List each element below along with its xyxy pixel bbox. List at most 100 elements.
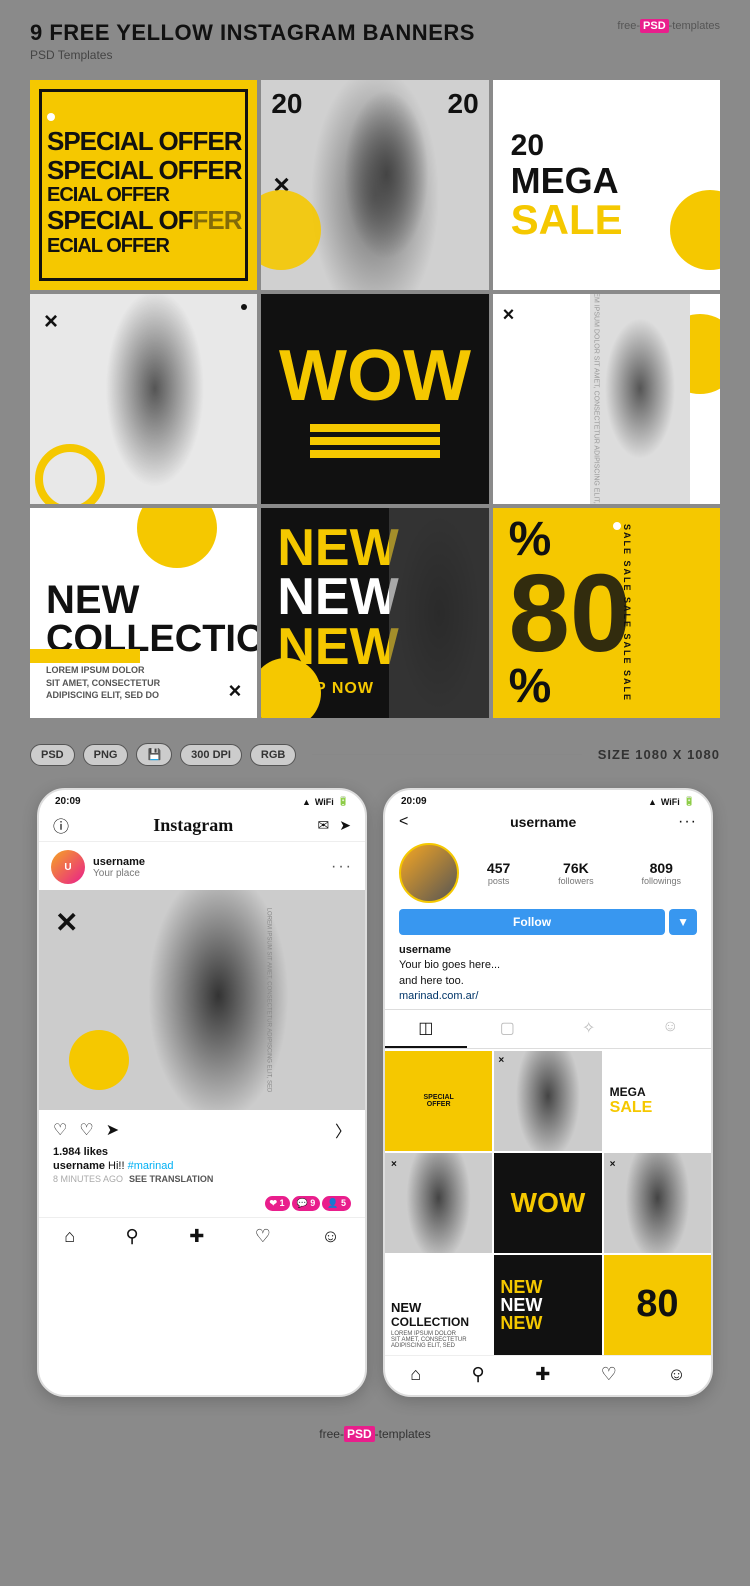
ph2-posts-label: posts: [487, 876, 510, 886]
ph2-tab-list[interactable]: ▢: [467, 1010, 549, 1048]
ph2-stat-followers: 76K followers: [558, 860, 594, 886]
mini-body-text: LOREM IPSUM DOLORSIT AMET, CONSECTETURAD…: [391, 1331, 486, 1349]
ph1-caption-text: Hi!!: [108, 1160, 128, 1172]
ph1-yellow-circle: [69, 1030, 129, 1090]
b7-new: NEW: [46, 580, 241, 620]
ph2-profile-icon[interactable]: ☺: [667, 1364, 685, 1385]
badge-psd: PSD: [30, 744, 75, 766]
b1-text1: SPECIAL OFFER: [47, 127, 240, 156]
ph1-x-mark: ✕: [55, 906, 78, 939]
ph2-nav-username: username: [510, 814, 576, 830]
bookmark-icon[interactable]: 〉: [335, 1118, 351, 1142]
banner-mega-sale: 20 MEGA SALE: [493, 80, 720, 290]
mini-80: 80: [636, 1283, 678, 1326]
like-icon[interactable]: ♡: [53, 1120, 67, 1140]
follow-dropdown-button[interactable]: ▼: [669, 909, 697, 935]
ph1-icons: ✉ ➤: [318, 817, 351, 834]
ph2-grid-cell-1: SPECIALOFFER: [385, 1051, 492, 1151]
banner-80-sale: % 80 % SALE SALE SALE SALE SALE: [493, 508, 720, 718]
ph2-tab-person[interactable]: ☺: [630, 1010, 712, 1048]
ph2-profile-row: 457 posts 76K followers 809 followings: [385, 835, 711, 909]
banner-new-repeated: NEW NEW NEW SHOP NOW: [261, 508, 488, 718]
b1-text5: ECIAL OFFER: [47, 235, 240, 257]
phone2-mockup: 20:09 ▲WiFi🔋 < username ··· 457 posts: [383, 788, 713, 1397]
ph2-followers-num: 76K: [558, 860, 594, 876]
ph2-avatar: [399, 843, 459, 903]
ph2-search-icon[interactable]: ⚲: [472, 1364, 485, 1385]
banner-special-offer: SPECIAL OFFER SPECIAL OFFER ECIAL OFFER …: [30, 80, 257, 290]
footer: free-PSD-templates: [30, 1417, 720, 1457]
follow-button[interactable]: Follow: [399, 909, 665, 935]
ph2-tabs: ◫ ▢ ✧ ☺: [385, 1009, 711, 1049]
ph1-time: 20:09: [55, 796, 81, 807]
ph2-follow-row: Follow ▼: [385, 909, 711, 941]
ph1-user-row: U username Your place ···: [39, 842, 365, 890]
ph1-see-translation[interactable]: SEE TRANSLATION: [129, 1174, 213, 1184]
ph1-heart-icon[interactable]: ♡: [255, 1226, 271, 1247]
b9-side-text: SALE SALE SALE SALE SALE: [622, 524, 632, 702]
b3-mega: MEGA: [511, 163, 619, 199]
banner-new-collection: NEW COLLECTION LOREM IPSUM DOLORSIT AMET…: [30, 508, 257, 718]
ph2-plus-icon[interactable]: ✚: [535, 1364, 550, 1385]
story-badge-1: ❤ 1: [265, 1196, 290, 1211]
phone1-mockup: 20:09 ▲WiFi🔋 ⓘ Instagram ✉ ➤ U username …: [37, 788, 367, 1397]
phones-row: 20:09 ▲WiFi🔋 ⓘ Instagram ✉ ➤ U username …: [30, 788, 720, 1397]
ph2-status-bar: 20:09 ▲WiFi🔋: [385, 790, 711, 809]
ph2-stat-posts: 457 posts: [487, 860, 510, 886]
ph2-following-label: followings: [642, 876, 682, 886]
ph1-plus-icon[interactable]: ✚: [189, 1226, 204, 1247]
ph2-grid-cell-9: 80: [604, 1255, 711, 1355]
ph1-post-actions: ♡ ♡ ➤ 〉: [39, 1110, 365, 1146]
b2-num2: 20: [448, 88, 479, 120]
b3-sale: SALE: [511, 199, 623, 241]
page-header: 9 FREE YELLOW INSTAGRAM BANNERS PSD Temp…: [30, 20, 720, 62]
ph2-bio-link[interactable]: marinad.com.ar/: [399, 990, 478, 1002]
ph2-time: 20:09: [401, 796, 427, 807]
size-info: SIZE 1080 X 1080: [598, 747, 720, 762]
ph2-grid-cell-2: ×: [494, 1051, 601, 1151]
story-badge-2: 💬 9: [292, 1196, 321, 1211]
share-icon[interactable]: ➤: [106, 1120, 119, 1140]
format-badges: PSD PNG 💾 300 DPI RGB: [30, 743, 296, 766]
banner-person-hat: ×: [30, 294, 257, 504]
ph2-grid-cell-8: NEW NEW NEW: [494, 1255, 601, 1355]
ph1-time-ago: 8 MINUTES AGO: [53, 1174, 123, 1184]
ph2-stat-following: 809 followings: [642, 860, 682, 886]
ph2-grid-cell-6: ×: [604, 1153, 711, 1253]
ph2-bio: username Your bio goes here...and here t…: [385, 941, 711, 1009]
ph2-home-icon[interactable]: ⌂: [410, 1364, 421, 1385]
ph1-search-icon[interactable]: ⚲: [126, 1226, 139, 1247]
ph2-status-icons: ▲WiFi🔋: [648, 796, 695, 807]
ph2-tab-tagged[interactable]: ✧: [548, 1010, 630, 1048]
banner-grid: SPECIAL OFFER SPECIAL OFFER ECIAL OFFER …: [30, 80, 720, 718]
banner-person-side: × LOREM IPSUM DOLOR SIT AMET, CONSECTETU…: [493, 294, 720, 504]
ph1-three-dots[interactable]: ···: [331, 858, 353, 876]
ph1-home-icon[interactable]: ⌂: [64, 1226, 75, 1247]
ph2-back-icon[interactable]: <: [399, 813, 408, 831]
ph2-stats: 457 posts 76K followers 809 followings: [471, 860, 697, 886]
ph1-status-icons: ▲WiFi🔋: [302, 796, 349, 807]
comment-icon[interactable]: ♡: [79, 1120, 93, 1140]
mini-mega: MEGA: [610, 1085, 705, 1099]
ph2-nav: < username ···: [385, 809, 711, 835]
ph1-time-row: 8 MINUTES AGO SEE TRANSLATION: [39, 1174, 365, 1190]
ph2-tab-grid[interactable]: ◫: [385, 1010, 467, 1048]
story-badge-3: 👤 5: [322, 1196, 351, 1211]
ph1-side-text: LOREM IPSUM SIT AMET, CONSECTETUR ADIPIS…: [266, 908, 272, 1093]
b2-num1: 20: [271, 88, 302, 120]
ph1-status-bar: 20:09 ▲WiFi🔋: [39, 790, 365, 809]
ph1-actions-left: ♡ ♡ ➤: [53, 1120, 119, 1140]
b3-num: 20: [511, 129, 544, 163]
mini-new-text2: NEW: [500, 1296, 595, 1314]
mini-wow: WOW: [511, 1187, 586, 1219]
ph2-bottom-nav: ⌂ ⚲ ✚ ♡ ☺: [385, 1355, 711, 1395]
mini-new: NEW: [391, 1300, 486, 1315]
ph1-avatar: U: [51, 850, 85, 884]
ph2-grid-cell-3: MEGA SALE: [604, 1051, 711, 1151]
badge-png: PNG: [83, 744, 129, 766]
ph2-menu-icon[interactable]: ···: [678, 813, 697, 831]
ph2-heart-icon[interactable]: ♡: [601, 1364, 617, 1385]
page-title: 9 FREE YELLOW INSTAGRAM BANNERS: [30, 20, 475, 46]
b5-wow: WOW: [279, 340, 471, 412]
ph1-profile-icon[interactable]: ☺: [321, 1226, 339, 1247]
